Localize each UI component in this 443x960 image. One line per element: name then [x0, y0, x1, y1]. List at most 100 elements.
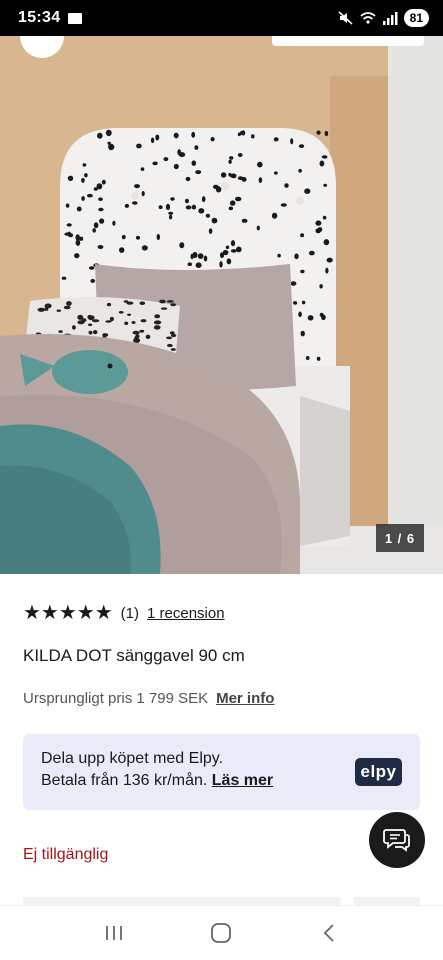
- polka-dot: [300, 330, 305, 337]
- status-icons: 81: [338, 9, 429, 27]
- polka-dot: [211, 217, 218, 224]
- polka-dot: [165, 203, 171, 210]
- rating-count: (1): [120, 604, 139, 622]
- rating-row: ★★★★★ (1) 1 recension: [23, 603, 225, 623]
- polka-dot: [294, 253, 299, 260]
- pillow-dot: [37, 307, 46, 312]
- pillow-dot: [127, 313, 132, 316]
- polka-dot: [101, 179, 106, 185]
- next-section-peek: [23, 897, 341, 905]
- polka-dot: [75, 234, 80, 241]
- polka-dot: [319, 160, 325, 167]
- pillow-dot: [154, 314, 161, 319]
- polka-dot: [316, 130, 321, 135]
- home-icon: [211, 923, 232, 943]
- polka-dot: [132, 201, 138, 205]
- recent-apps-button[interactable]: [94, 913, 134, 953]
- polka-dot: [235, 196, 242, 202]
- polka-dot: [84, 173, 88, 178]
- back-icon: [323, 924, 334, 942]
- search-bar[interactable]: [272, 36, 424, 46]
- polka-dot: [326, 257, 333, 263]
- polka-dot: [324, 130, 329, 137]
- reviews-link[interactable]: 1 recension: [147, 605, 225, 622]
- product-image: [0, 36, 443, 574]
- polka-dot: [96, 183, 103, 190]
- pillow-dot: [58, 330, 63, 333]
- polka-dot: [81, 196, 85, 201]
- polka-dot: [298, 144, 305, 148]
- polka-dot: [225, 245, 230, 250]
- pillow-dot: [132, 330, 140, 335]
- pillow-dot: [66, 301, 72, 306]
- rating-stars: ★★★★★: [23, 602, 113, 624]
- image-counter: 1 / 6: [376, 524, 424, 552]
- polka-dot: [156, 233, 160, 241]
- pillow-dot: [105, 320, 112, 323]
- polka-dot: [195, 170, 202, 175]
- elpy-headline: Dela upp köpet med Elpy.: [41, 750, 224, 767]
- polka-dot: [67, 231, 71, 237]
- pillow-dot: [91, 319, 100, 323]
- polka-dot: [194, 145, 199, 150]
- polka-dot: [222, 249, 229, 256]
- polka-dot: [191, 131, 196, 138]
- polka-dot: [82, 163, 87, 167]
- polka-dot: [220, 172, 227, 178]
- polka-dot: [185, 205, 192, 210]
- pillow-dot: [126, 301, 134, 305]
- polka-dot: [87, 193, 93, 198]
- polka-dot: [192, 251, 198, 259]
- polka-dot: [177, 149, 181, 156]
- status-time: 15:34: [18, 9, 61, 26]
- mute-icon: [338, 11, 353, 25]
- polka-dot: [98, 207, 104, 212]
- polka-dot: [307, 315, 314, 321]
- polka-dot: [185, 176, 191, 182]
- pillow-dot: [139, 301, 146, 306]
- polka-dot: [76, 206, 82, 212]
- battery-indicator: 81: [403, 9, 429, 27]
- polka-dot: [321, 314, 326, 320]
- polka-dot: [135, 235, 141, 240]
- polka-dot: [173, 132, 179, 139]
- polka-dot: [280, 203, 287, 207]
- home-button[interactable]: [201, 913, 241, 953]
- polka-dot: [230, 240, 236, 247]
- signal-icon: [382, 12, 398, 25]
- polka-dot: [300, 233, 305, 238]
- back-nav-button[interactable]: [309, 913, 349, 953]
- polka-dot: [301, 300, 306, 305]
- polka-dot: [284, 183, 289, 188]
- polka-dot: [191, 204, 197, 210]
- polka-dot: [323, 183, 328, 187]
- polka-dot: [241, 218, 248, 223]
- polka-dot: [237, 176, 244, 181]
- polka-dot: [236, 246, 242, 253]
- chat-button[interactable]: [369, 812, 425, 868]
- status-bar: 15:34 81: [0, 0, 443, 36]
- polka-dot: [256, 225, 260, 231]
- polka-dot: [219, 261, 223, 268]
- pillow-dot: [87, 314, 92, 320]
- polka-dot: [66, 223, 72, 227]
- polka-dot: [323, 239, 330, 246]
- polka-dot: [198, 208, 205, 214]
- polka-dot: [201, 196, 206, 203]
- pillow-dot: [88, 323, 93, 327]
- more-info-link[interactable]: Mer info: [216, 690, 274, 707]
- pillow-dot: [106, 302, 112, 307]
- elpy-read-more-link[interactable]: Läs mer: [212, 772, 273, 789]
- polka-dot: [173, 163, 179, 170]
- polka-dot: [97, 245, 104, 249]
- original-price: Ursprungligt pris 1 799 SEK: [23, 690, 209, 707]
- pillow-dot: [160, 307, 168, 310]
- polka-dot: [119, 247, 125, 253]
- pillow-dot: [166, 300, 174, 303]
- polka-dot: [321, 155, 328, 159]
- polka-dot: [67, 175, 74, 181]
- product-title: KILDA DOT sänggavel 90 cm: [23, 646, 245, 665]
- product-image-gallery[interactable]: 1 / 6: [0, 36, 443, 574]
- elpy-monthly-text: Betala från 136 kr/mån.: [41, 772, 208, 789]
- notification-icon: [68, 12, 83, 24]
